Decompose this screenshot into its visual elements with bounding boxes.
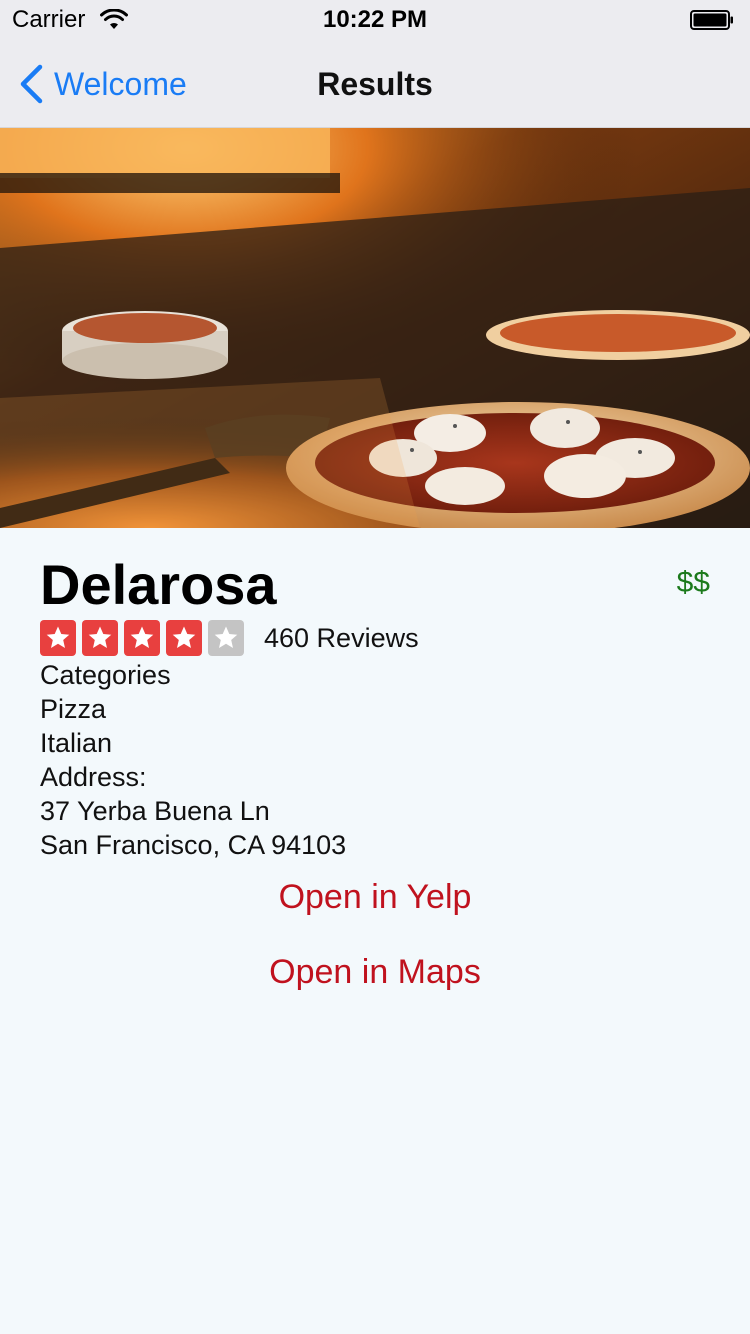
star-rating [40, 620, 244, 656]
star-icon [208, 620, 244, 656]
star-icon [40, 620, 76, 656]
navigation-bar: Welcome Results [0, 40, 750, 128]
category-item: Italian [40, 728, 113, 758]
address-label: Address: [40, 762, 147, 792]
rating-row: 460 Reviews [40, 618, 710, 658]
address-section: Address: 37 Yerba Buena Ln San Francisco… [40, 760, 710, 862]
status-time: 10:22 PM [322, 6, 428, 33]
address-street: 37 Yerba Buena Ln [40, 796, 270, 826]
star-icon [82, 620, 118, 656]
business-details: Delarosa $$ 460 Reviews Categories Pizza… [40, 552, 710, 862]
pizza-oven-image [0, 128, 750, 528]
address-city: San Francisco, CA 94103 [40, 830, 347, 860]
battery-icon [690, 10, 733, 30]
status-bar: Carrier 10:22 PM [0, 0, 750, 40]
star-icon [124, 620, 160, 656]
page-title: Results [317, 66, 433, 102]
review-count: 460 Reviews [264, 622, 419, 653]
open-in-maps-button[interactable]: Open in Maps [0, 953, 750, 992]
categories-section: Categories Pizza Italian [40, 658, 710, 760]
price-level: $$ [676, 566, 710, 599]
business-name: Delarosa [40, 553, 277, 616]
restaurant-photo [0, 128, 750, 528]
star-icon [166, 620, 202, 656]
category-item: Pizza [40, 694, 107, 724]
open-in-yelp-button[interactable]: Open in Yelp [0, 878, 750, 917]
categories-label: Categories [40, 660, 171, 690]
